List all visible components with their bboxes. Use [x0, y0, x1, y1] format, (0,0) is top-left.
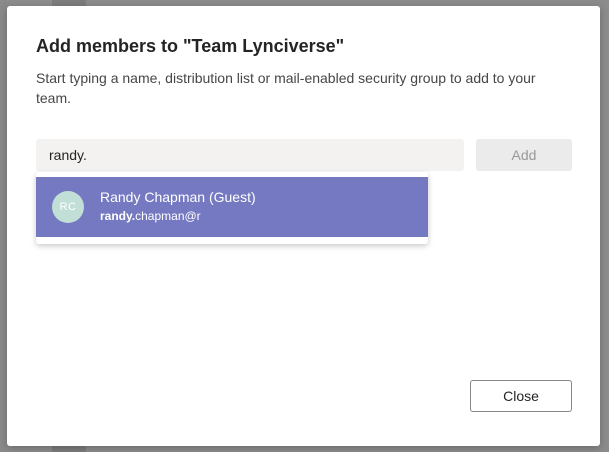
suggestion-dropdown: RC Randy Chapman (Guest) randy.chapman@r: [36, 172, 428, 244]
add-members-dialog: Add members to "Team Lynciverse" Start t…: [7, 6, 600, 446]
suggestion-email-rest: chapman@r: [135, 209, 201, 223]
background-app-rail: [0, 0, 7, 452]
suggestion-email-match: randy.: [100, 209, 136, 223]
suggestion-email: randy.chapman@r: [100, 209, 201, 223]
add-button[interactable]: Add: [476, 139, 572, 171]
member-search-input[interactable]: [36, 139, 464, 171]
close-button[interactable]: Close: [470, 380, 572, 412]
suggestion-item-randy-chapman[interactable]: RC Randy Chapman (Guest) randy.chapman@r: [36, 177, 428, 237]
dialog-title: Add members to "Team Lynciverse": [36, 36, 345, 56]
avatar: RC: [52, 191, 84, 223]
suggestion-name: Randy Chapman (Guest): [100, 189, 256, 205]
dialog-description: Start typing a name, distribution list o…: [36, 70, 536, 106]
